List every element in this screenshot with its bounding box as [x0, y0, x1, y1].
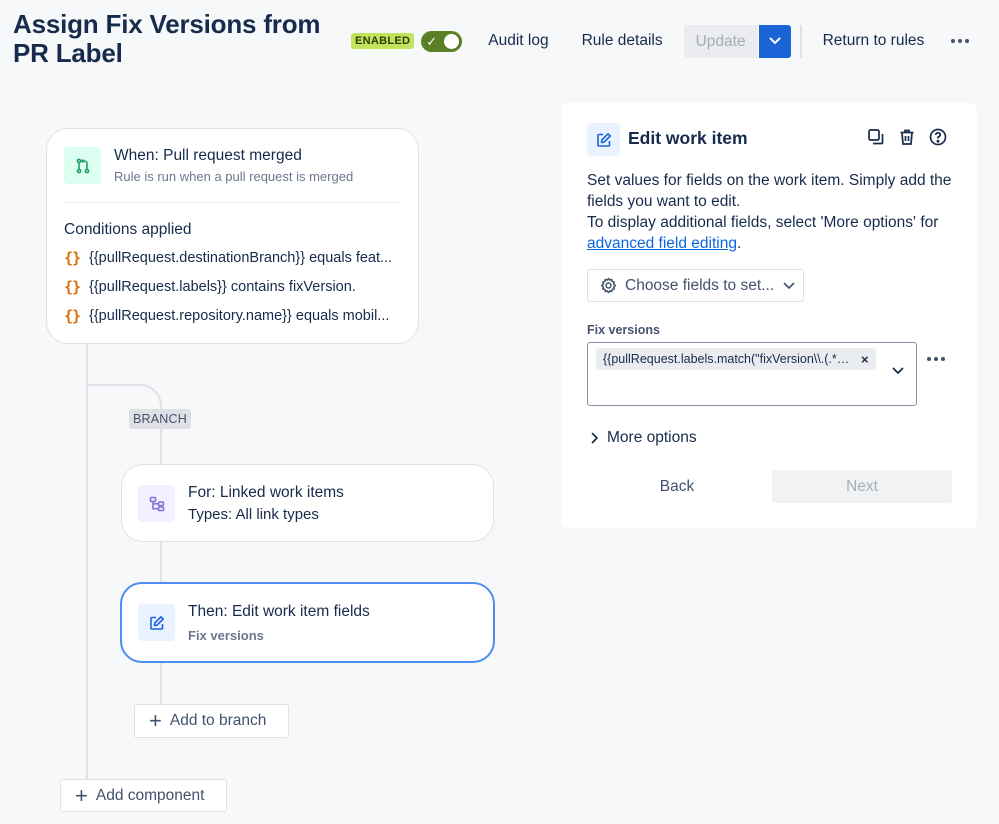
fix-version-value: {{pullRequest.labels.match("fixVersion\\…	[603, 352, 853, 366]
chevron-down-icon[interactable]	[892, 367, 904, 375]
add-component-label: Add component	[95, 786, 205, 804]
enabled-toggle[interactable]: ✓	[421, 30, 463, 52]
more-options-toggle[interactable]: More options	[591, 429, 697, 447]
edit-work-item-panel: Edit work item Set values for fields on …	[562, 103, 977, 528]
trash-icon[interactable]	[898, 128, 916, 146]
edit-icon	[587, 123, 620, 156]
next-button[interactable]: Next	[772, 470, 952, 503]
choose-fields-label: Choose fields to set...	[625, 276, 775, 294]
conditions-heading: Conditions applied	[64, 221, 192, 238]
plus-icon: +	[75, 782, 88, 808]
condition-row: {} {{pullRequest.repository.name}} equal…	[64, 306, 404, 326]
add-to-branch-label: Add to branch	[169, 712, 267, 729]
linked-work-items-card[interactable]: For: Linked work items Types: All link t…	[121, 464, 494, 542]
braces-icon: {}	[64, 307, 81, 325]
panel-tools	[867, 128, 947, 146]
status-badge: ENABLED	[351, 33, 415, 49]
condition-text: {{pullRequest.repository.name}} equals m…	[89, 308, 390, 324]
description-text: To display additional fields, select 'Mo…	[587, 214, 939, 231]
hierarchy-icon	[138, 485, 175, 522]
branch-label: BRANCH	[129, 409, 191, 429]
gear-icon	[600, 277, 617, 294]
page-title: Assign Fix Versions from PR Label	[13, 9, 321, 68]
trigger-card[interactable]: When: Pull request merged Rule is run wh…	[46, 128, 419, 344]
connector-line	[160, 542, 162, 583]
panel-title: Edit work item	[628, 128, 748, 148]
check-icon: ✓	[426, 33, 438, 49]
trigger-title: When: Pull request merged	[114, 147, 302, 164]
braces-icon: {}	[64, 249, 81, 267]
pull-request-icon	[64, 147, 101, 184]
toggle-knob	[444, 33, 460, 49]
audit-log-button[interactable]: Audit log	[478, 24, 558, 58]
chevron-down-icon	[783, 282, 795, 289]
edit-card-subtitle: Fix versions	[188, 628, 264, 643]
add-component-button[interactable]: + Add component	[60, 779, 227, 812]
fix-versions-select[interactable]: {{pullRequest.labels.match("fixVersion\\…	[587, 342, 917, 406]
header-actions: ENABLED ✓ Audit log Rule details Update …	[351, 24, 979, 58]
description-end: .	[736, 235, 742, 252]
edit-fields-card[interactable]: Then: Edit work item fields Fix versions	[120, 582, 495, 663]
remove-chip-icon[interactable]: ×	[861, 352, 869, 367]
update-button-group: Update	[683, 24, 791, 58]
divider	[64, 202, 401, 203]
panel-description: Set values for fields on the work item. …	[587, 170, 962, 254]
plus-icon: +	[149, 708, 162, 733]
add-to-branch-button[interactable]: + Add to branch	[134, 704, 289, 738]
condition-text: {{pullRequest.destinationBranch}} equals…	[89, 250, 393, 266]
divider	[799, 24, 802, 58]
condition-text: {{pullRequest.labels}} contains fixVersi…	[89, 279, 356, 295]
description-line: To display additional fields, select 'Mo…	[587, 212, 962, 254]
update-dropdown-button[interactable]	[758, 24, 791, 58]
braces-icon: {}	[64, 278, 81, 296]
edit-card-title: Then: Edit work item fields	[188, 603, 370, 620]
help-icon[interactable]	[929, 128, 947, 146]
back-button[interactable]: Back	[587, 470, 767, 503]
choose-fields-button[interactable]: Choose fields to set...	[587, 269, 804, 302]
return-to-rules-button[interactable]: Return to rules	[813, 24, 935, 58]
description-line: Set values for fields on the work item. …	[587, 172, 952, 210]
field-more-icon[interactable]	[927, 357, 945, 361]
chevron-down-icon	[769, 37, 781, 44]
automation-rule-editor: Assign Fix Versions from PR Label ENABLE…	[0, 0, 999, 824]
connector-line	[160, 424, 162, 465]
linked-title: For: Linked work items	[188, 484, 344, 501]
trigger-subtitle: Rule is run when a pull request is merge…	[114, 169, 354, 184]
linked-subtitle: Types: All link types	[188, 506, 319, 523]
update-button[interactable]: Update	[683, 24, 758, 58]
chevron-right-icon	[591, 432, 598, 444]
duplicate-icon[interactable]	[867, 128, 885, 146]
condition-row: {} {{pullRequest.destinationBranch}} equ…	[64, 248, 404, 268]
more-actions-icon[interactable]	[951, 39, 970, 43]
condition-row: {} {{pullRequest.labels}} contains fixVe…	[64, 277, 404, 297]
fix-versions-label: Fix versions	[587, 323, 660, 337]
rule-details-button[interactable]: Rule details	[572, 24, 673, 58]
advanced-field-editing-link[interactable]: advanced field editing	[587, 235, 737, 252]
fix-version-chip: {{pullRequest.labels.match("fixVersion\\…	[596, 348, 876, 370]
connector-line	[160, 663, 162, 705]
more-options-label: More options	[607, 429, 697, 446]
edit-icon	[138, 604, 175, 641]
